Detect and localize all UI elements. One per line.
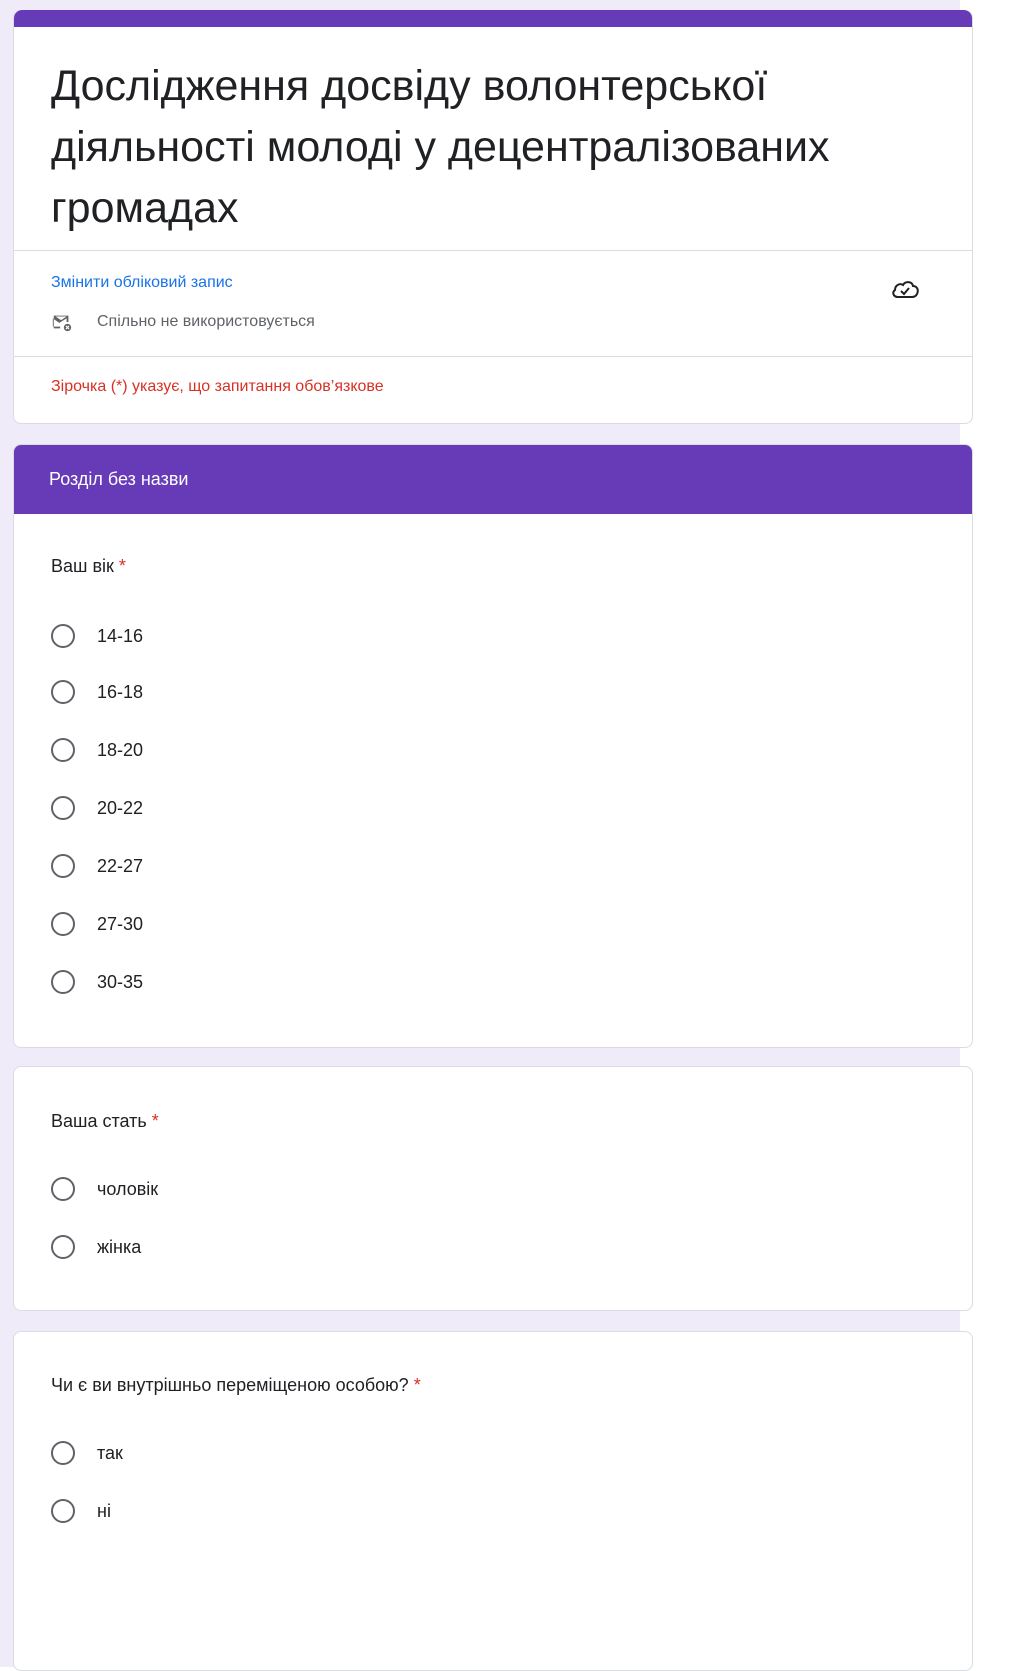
radio-option-yes[interactable]: так [51, 1439, 123, 1467]
option-label: чоловік [97, 1178, 159, 1199]
option-label: 30-35 [97, 971, 144, 992]
option-label: 16-18 [97, 681, 144, 702]
question-card: Чи є ви внутрішньо переміщеною особою? *… [13, 1331, 973, 1671]
option-label: 18-20 [97, 739, 144, 760]
question-title: Ваша стать * [51, 1111, 159, 1132]
required-asterisk: * [118, 556, 126, 576]
question-title: Ваш вік * [51, 556, 126, 577]
option-label: 27-30 [97, 913, 144, 934]
radio-button[interactable] [51, 1235, 75, 1259]
radio-option-no[interactable]: ні [51, 1497, 111, 1525]
divider [14, 356, 972, 357]
radio-option-30-35[interactable]: 30-35 [51, 968, 143, 996]
form-header-card: Дослідження досвіду волонтерської діяльн… [13, 10, 973, 424]
radio-button[interactable] [51, 912, 75, 936]
section-header: Розділ без назви [14, 445, 972, 514]
required-asterisk: * [151, 1111, 159, 1131]
question-title-text: Ваша стать [51, 1111, 147, 1131]
radio-button[interactable] [51, 970, 75, 994]
radio-option-14-16[interactable]: 14-16 [51, 622, 143, 650]
radio-button[interactable] [51, 796, 75, 820]
required-asterisk: * [413, 1375, 421, 1395]
radio-button[interactable] [51, 624, 75, 648]
radio-button[interactable] [51, 680, 75, 704]
required-note: Зірочка (*) указує, що запитання обов’яз… [51, 378, 384, 395]
option-label: жінка [97, 1236, 142, 1257]
not-shared-info: Спільно не використовується [51, 311, 315, 333]
radio-option-18-20[interactable]: 18-20 [51, 736, 143, 764]
question-title-text: Чи є ви внутрішньо переміщеною особою? [51, 1375, 409, 1395]
question-title-text: Ваш вік [51, 556, 114, 576]
cloud-saved-icon[interactable] [890, 275, 920, 303]
question-card: Ваша стать * чоловік жінка [13, 1066, 973, 1311]
radio-button[interactable] [51, 1499, 75, 1523]
option-label: ні [97, 1500, 111, 1521]
radio-button[interactable] [51, 1441, 75, 1465]
section-title: Розділ без назви [49, 469, 189, 489]
option-label: 22-27 [97, 855, 144, 876]
option-label: 20-22 [97, 797, 144, 818]
question-title: Чи є ви внутрішньо переміщеною особою? * [51, 1375, 421, 1396]
option-label: так [97, 1442, 123, 1463]
not-shared-label: Спільно не використовується [97, 313, 315, 330]
form-title: Дослідження досвіду волонтерської діяльн… [51, 62, 830, 232]
radio-option-27-30[interactable]: 27-30 [51, 910, 143, 938]
mail-not-shared-icon [52, 315, 72, 332]
radio-option-male[interactable]: чоловік [51, 1175, 158, 1203]
radio-button[interactable] [51, 1177, 75, 1201]
radio-button[interactable] [51, 738, 75, 762]
radio-option-female[interactable]: жінка [51, 1233, 141, 1261]
radio-option-16-18[interactable]: 16-18 [51, 678, 143, 706]
switch-account-link[interactable]: Змінити обліковий запис [51, 274, 233, 292]
radio-option-22-27[interactable]: 22-27 [51, 852, 143, 880]
radio-option-20-22[interactable]: 20-22 [51, 794, 143, 822]
divider [14, 250, 972, 251]
option-label: 14-16 [97, 625, 144, 646]
header-accent-bar [14, 10, 972, 27]
section-card: Розділ без назви Ваш вік * 14-16 16-18 1… [13, 444, 973, 1048]
radio-button[interactable] [51, 854, 75, 878]
